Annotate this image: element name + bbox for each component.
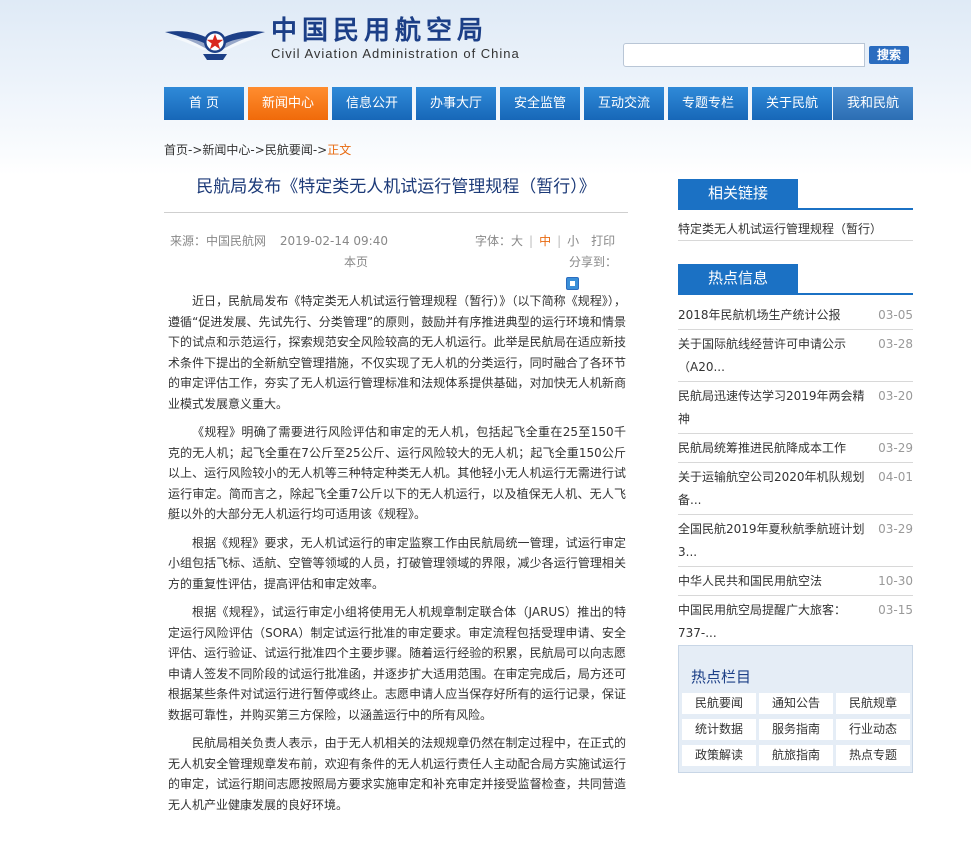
related-link[interactable]: 特定类无人机试运行管理规程（暂行） [678,220,913,238]
breadcrumb-separator: -> [312,143,328,157]
search-box: 搜索 [623,43,913,67]
hot-info-rule [678,293,913,295]
article-paragraph: 根据《规程》，试运行审定小组将使用无人机规章制定联合体（JARUS）推出的特定运… [168,605,626,722]
logo-english-name: Civil Aviation Administration of China [271,46,520,61]
main-nav: 首 页 新闻中心 信息公开 办事大厅 安全监管 互动交流 专题专栏 关于民航 我… [164,87,913,120]
nav-info-disclosure[interactable]: 信息公开 [332,87,412,120]
column-button[interactable]: 政策解读 [682,745,756,766]
title-divider [164,212,628,213]
related-link-divider [678,240,913,241]
hot-info-title: 热点信息 [678,264,798,293]
breadcrumb-current: 正文 [327,143,352,157]
article-source: 来源：中国民航网 [170,234,267,248]
hot-columns-panel: 热点栏目 民航要闻 通知公告 民航规章 统计数据 服务指南 行业动态 政策解读 … [678,645,913,773]
article-meta: 来源：中国民航网 2019-02-14 09:40 [170,232,388,249]
hot-info-item: 中国民用航空局提醒广大旅客：737-... 03-15 [678,596,913,648]
column-button[interactable]: 民航规章 [836,693,910,714]
font-large-button[interactable]: 大 [511,234,523,248]
column-button[interactable]: 通知公告 [759,693,833,714]
breadcrumb: 首页->新闻中心->民航要闻->正文 [164,141,351,158]
nav-news-center[interactable]: 新闻中心 [248,87,328,120]
hot-info-date: 03-28 [878,337,913,351]
article-date: 2019-02-14 09:40 [279,234,388,248]
related-links-rule [678,208,913,210]
column-button[interactable]: 行业动态 [836,719,910,740]
caac-emblem-icon [165,31,265,60]
logo-chinese-name: 中国民用航空局 [271,16,489,46]
nav-about[interactable]: 关于民航 [752,87,832,120]
article-paragraph: 民航局相关负责人表示，由于无人机相关的法规规章仍然在制定过程中，在正式的无人机安… [168,736,626,812]
related-links-title: 相关链接 [678,179,798,208]
article-title: 民航局发布《特定类无人机试运行管理规程（暂行）》 [196,177,596,197]
nav-service-hall[interactable]: 办事大厅 [416,87,496,120]
nav-safety-supervision[interactable]: 安全监管 [500,87,580,120]
hot-info-link[interactable]: 全国民航2019年夏秋航季航班计划3... [678,518,868,564]
column-button[interactable]: 服务指南 [759,719,833,740]
column-button[interactable]: 航旅指南 [759,745,833,766]
hot-info-list: 2018年民航机场生产统计公报 03-05 关于国际航线经营许可申请公示（A20… [678,301,913,648]
font-separator: | [557,234,562,248]
hot-columns-title: 热点栏目 [691,668,752,686]
breadcrumb-news[interactable]: 民航要闻 [265,143,313,157]
font-size-label: 字体： [475,234,512,248]
hot-info-item: 2018年民航机场生产统计公报 03-05 [678,301,913,330]
column-button[interactable]: 民航要闻 [682,693,756,714]
nav-me-and-aviation[interactable]: 我和民航 [833,87,913,120]
print-page-link[interactable]: 本页 [344,253,368,270]
search-input[interactable] [623,43,865,67]
breadcrumb-home[interactable]: 首页 [164,143,188,157]
font-size-controls: 字体：大 | 中 | 小打印 [475,232,615,249]
nav-interaction[interactable]: 互动交流 [584,87,664,120]
search-button[interactable]: 搜索 [869,46,909,64]
hot-info-link[interactable]: 民航局统筹推进民航降成本工作 [678,437,868,460]
hot-info-link[interactable]: 民航局迅速传达学习2019年两会精神 [678,385,868,431]
nav-home[interactable]: 首 页 [164,87,244,120]
hot-info-date: 03-05 [878,308,913,322]
hot-info-date: 03-15 [878,603,913,617]
article-body: 近日，民航局发布《特定类无人机试运行管理规程（暂行）》（以下简称《规程》），遵循… [168,291,626,823]
hot-info-link[interactable]: 中华人民共和国民用航空法 [678,570,868,593]
article-paragraph: 《规程》明确了需要进行风险评估和审定的无人机，包括起飞全重在25至150千克的无… [168,425,626,521]
article-paragraph: 根据《规程》要求，无人机试运行的审定监察工作由民航局统一管理，试运行审定小组包括… [168,535,626,591]
hot-info-link[interactable]: 2018年民航机场生产统计公报 [678,304,868,327]
hot-info-date: 03-29 [878,522,913,536]
hot-info-date: 10-30 [878,574,913,588]
font-medium-button[interactable]: 中 [539,234,551,248]
hot-info-item: 民航局统筹推进民航降成本工作 03-29 [678,434,913,463]
font-small-button[interactable]: 小 [567,234,579,248]
print-button[interactable]: 打印 [591,234,615,248]
hot-info-item: 关于国际航线经营许可申请公示（A20... 03-28 [678,330,913,382]
column-button[interactable]: 统计数据 [682,719,756,740]
hot-info-item: 民航局迅速传达学习2019年两会精神 03-20 [678,382,913,434]
column-button[interactable]: 热点专题 [836,745,910,766]
hot-info-item: 中华人民共和国民用航空法 10-30 [678,567,913,596]
hot-info-date: 03-29 [878,441,913,455]
hot-info-link[interactable]: 关于运输航空公司2020年机队规划备... [678,466,868,512]
share-label: 分享到： [569,255,618,269]
article-paragraph: 近日，民航局发布《特定类无人机试运行管理规程（暂行）》（以下简称《规程》），遵循… [168,294,626,411]
breadcrumb-separator: -> [250,143,265,157]
breadcrumb-news-center[interactable]: 新闻中心 [202,143,250,157]
hot-info-item: 全国民航2019年夏秋航季航班计划3... 03-29 [678,515,913,567]
breadcrumb-separator: -> [188,143,203,157]
share-plus-icon[interactable] [566,277,579,290]
site-logo[interactable]: 中国民用航空局 Civil Aviation Administration of… [163,16,523,68]
hot-info-date: 03-20 [878,389,913,403]
nav-special-topics[interactable]: 专题专栏 [668,87,748,120]
hot-info-link[interactable]: 关于国际航线经营许可申请公示（A20... [678,333,868,379]
hot-info-link[interactable]: 中国民用航空局提醒广大旅客：737-... [678,599,868,645]
hot-info-date: 04-01 [878,470,913,484]
font-separator: | [529,234,534,248]
hot-info-item: 关于运输航空公司2020年机队规划备... 04-01 [678,463,913,515]
